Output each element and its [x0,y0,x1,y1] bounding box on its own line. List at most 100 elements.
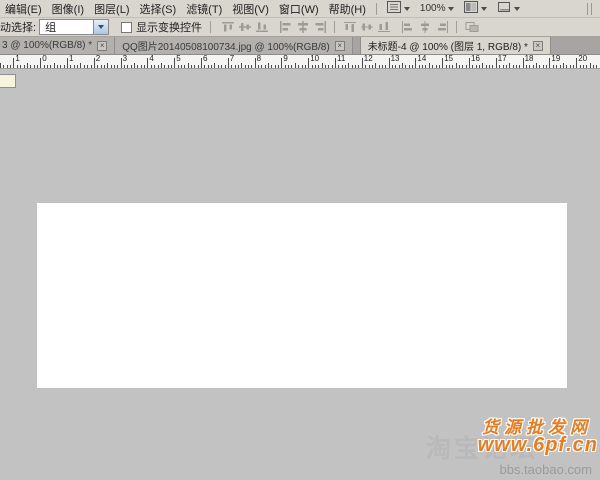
ruler-tick [452,65,453,68]
ruler-tick [40,58,41,68]
auto-select-value: 组 [40,19,93,35]
document-tab-2[interactable]: 未标题-4 @ 100% (图层 1, RGB/8) * × [360,37,551,54]
menu-item-window[interactable]: 窗口(W) [274,1,324,17]
ruler-tick [509,63,510,68]
align-left-icon[interactable] [278,21,293,34]
ruler-tick [456,63,457,68]
ruler-tick [80,63,81,68]
ruler-tick [3,65,4,68]
align-vertical-center-icon[interactable] [237,21,252,34]
ruler-tick [476,65,477,68]
ruler-tick [147,58,148,68]
workspace: 货源批发网 淘宝论坛 www.6pf.cn bbs.taobao.com [0,69,600,479]
tab-close-icon[interactable]: × [533,41,543,51]
ruler-tick [412,65,413,68]
ruler-tick [278,65,279,68]
menubar-separator [376,3,377,15]
ruler-tick [158,65,159,68]
menu-item-help[interactable]: 帮助(H) [324,1,371,17]
ruler-tick [204,65,205,68]
show-transform-checkbox[interactable] [121,22,132,33]
menu-item-select[interactable]: 选择(S) [135,1,182,17]
ruler-tick [94,58,95,68]
menu-item-image[interactable]: 图像(I) [47,1,89,17]
auto-select-dropdown[interactable]: 组 [39,19,109,35]
ruler-tick [238,65,239,68]
align-horizontal-center-icon[interactable] [295,21,310,34]
screen-mode-icon [497,1,511,16]
ruler-tick [503,65,504,68]
ruler-tick [178,65,179,68]
watermark-background-text: 淘宝论坛 [426,429,538,465]
menu-item-view[interactable]: 视图(V) [227,1,274,17]
ruler-tick [17,65,18,68]
ruler-tick [245,65,246,68]
document-tab-1[interactable]: QQ图片20140508100734.jpg @ 100%(RGB/8)× [115,37,353,54]
align-top-icon[interactable] [220,21,235,34]
auto-select-label: 动选择: [0,19,39,35]
align-bottom-icon[interactable] [254,21,269,34]
ruler-tick [486,65,487,68]
dropdown-arrow-icon[interactable] [93,20,108,34]
show-transform-label: 显示变换控件 [136,19,202,35]
panel-grip[interactable] [587,3,592,15]
ruler-label: 12 [364,55,373,63]
ruler-tick [553,65,554,68]
watermark-line2: www.6pf.cn [478,434,598,457]
horizontal-ruler[interactable]: 101234567891011121314151617181920 [0,55,600,69]
ruler-tick [365,65,366,68]
tab-label: 未标题-4 @ 100% (图层 1, RGB/8) * [368,38,528,53]
ruler-tick [593,65,594,68]
view-extras-button[interactable] [382,1,415,16]
menu-bar-items: 编辑(E)图像(I)图层(L)选择(S)滤镜(T)视图(V)窗口(W)帮助(H) [0,1,371,17]
menu-item-layer[interactable]: 图层(L) [89,1,134,17]
distribute-right-icon[interactable] [434,21,449,34]
menu-item-edit[interactable]: 编辑(E) [0,1,47,17]
document-canvas[interactable] [37,203,567,388]
ruler-tick [134,63,135,68]
ruler-tick [194,65,195,68]
auto-align-layers-icon[interactable] [464,21,479,34]
ruler-tick [399,65,400,68]
ruler-tick [533,65,534,68]
ruler-tick [64,65,65,68]
document-tab-0[interactable]: 3 @ 100%(RGB/8) * × [0,37,115,54]
chevron-down-icon [404,7,410,11]
ruler-tick [221,65,222,68]
ruler-tick [101,65,102,68]
ruler-tick [439,65,440,68]
ruler-tick [191,65,192,68]
menu-item-filter[interactable]: 滤镜(T) [181,1,227,17]
distribute-bottom-icon[interactable] [376,21,391,34]
distribute-left-icon[interactable] [400,21,415,34]
ruler-tick [328,65,329,68]
tab-label: 3 @ 100%(RGB/8) * [2,40,92,51]
ruler-tick [171,65,172,68]
ruler-tick [342,65,343,68]
ruler-tick [459,65,460,68]
ruler-tick [573,65,574,68]
distribute-top-icon[interactable] [342,21,357,34]
align-right-icon[interactable] [312,21,327,34]
zoom-level-button[interactable]: 100% [415,3,460,14]
ruler-tick [415,58,416,68]
screen-mode-button[interactable] [492,1,525,16]
ruler-tick [543,65,544,68]
ruler-tick [322,63,323,68]
ruler-tick [127,65,128,68]
ruler-tick [466,65,467,68]
ruler-label: 1 [15,55,19,63]
ruler-tick [506,65,507,68]
tab-close-icon[interactable]: × [97,41,107,51]
ruler-tick [539,65,540,68]
distribute-vertical-center-icon[interactable] [359,21,374,34]
distribute-horizontal-center-icon[interactable] [417,21,432,34]
ruler-tick [168,65,169,68]
ruler-label: 19 [551,55,560,63]
ruler-label: 20 [578,55,587,63]
ruler-tick [137,65,138,68]
ruler-tick [225,65,226,68]
tab-close-icon[interactable]: × [335,41,345,51]
arrange-documents-button[interactable] [459,1,492,16]
ruler-tick [285,65,286,68]
